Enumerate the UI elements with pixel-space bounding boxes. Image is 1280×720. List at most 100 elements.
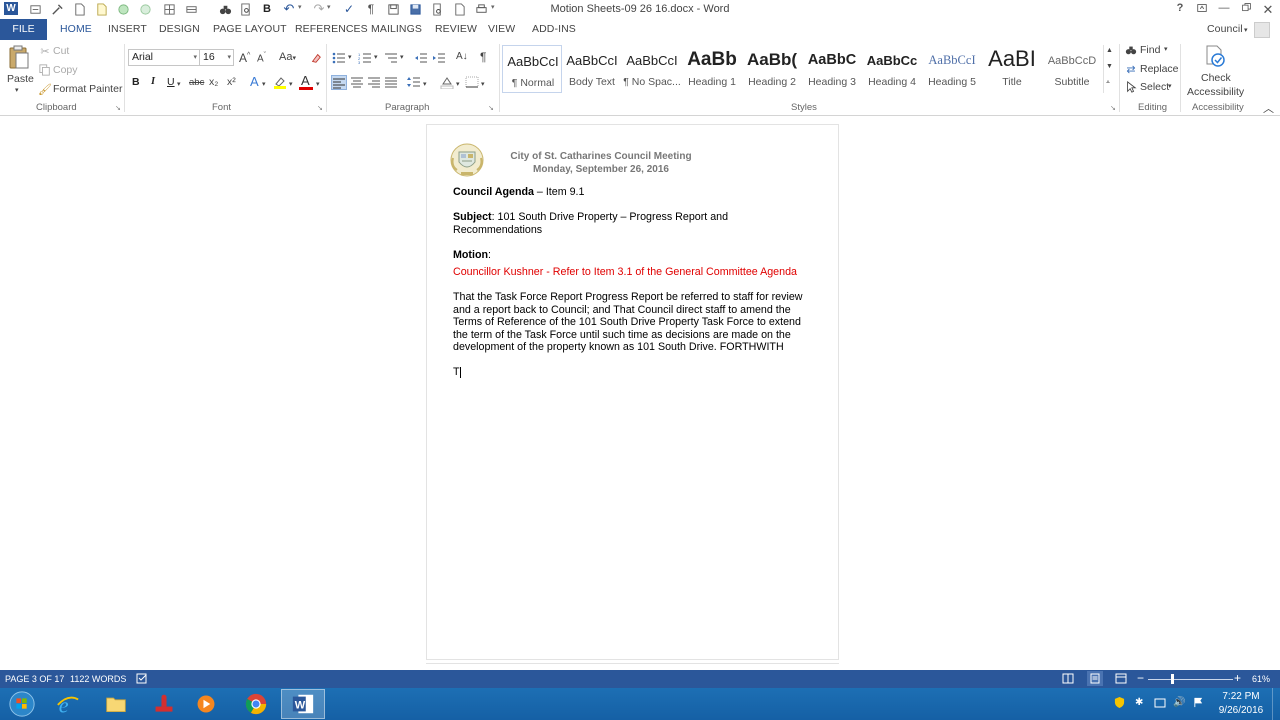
subscript-button[interactable]: x₂ <box>209 76 218 88</box>
superscript-button[interactable]: x² <box>227 76 236 88</box>
web-layout-icon[interactable] <box>1115 673 1127 684</box>
line-spacing-dropdown-icon[interactable]: ▾ <box>423 80 427 88</box>
word-count[interactable]: 1122 WORDS <box>70 674 126 684</box>
style-heading-4[interactable]: AaBbCc Heading 4 <box>862 45 922 93</box>
decrease-indent-icon[interactable] <box>414 52 428 64</box>
account-name[interactable]: Council <box>1207 23 1243 35</box>
clear-formatting-icon[interactable] <box>309 51 323 65</box>
stamp-app-icon[interactable] <box>144 689 184 719</box>
proofing-icon[interactable] <box>136 673 148 684</box>
check-accessibility-icon[interactable] <box>1203 44 1227 68</box>
body-line[interactable]: the term of the Task Force until such ti… <box>453 329 791 342</box>
align-right-icon[interactable] <box>367 76 381 88</box>
tab-home[interactable]: HOME <box>60 23 92 35</box>
ribbon-display-options-icon[interactable] <box>1192 2 1212 16</box>
body-line[interactable]: That the Task Force Report Progress Repo… <box>453 291 802 304</box>
collapse-ribbon-icon[interactable]: ︿ <box>1263 100 1274 116</box>
underline-button[interactable]: U <box>167 76 175 88</box>
document-area[interactable]: City of St. Catharines Council Meeting M… <box>0 116 1280 670</box>
chrome-icon[interactable] <box>236 689 276 719</box>
tab-design[interactable]: DESIGN <box>159 23 200 35</box>
highlight-icon[interactable] <box>273 75 287 89</box>
underline-dropdown-icon[interactable]: ▾ <box>177 80 181 88</box>
align-left-icon[interactable] <box>331 75 347 90</box>
strikethrough-button[interactable]: abc <box>189 77 204 88</box>
help-button[interactable]: ? <box>1170 2 1190 16</box>
subject-line-2[interactable]: Recommendations <box>453 224 542 237</box>
styles-scroll[interactable]: ▲ ▼ ⩡ <box>1103 45 1115 93</box>
style-title[interactable]: AaBI Title <box>982 45 1042 93</box>
document-page[interactable]: City of St. Catharines Council Meeting M… <box>426 124 839 660</box>
clipboard-launcher-icon[interactable]: ↘ <box>115 104 123 112</box>
paragraph-launcher-icon[interactable]: ↘ <box>488 104 496 112</box>
zoom-slider-thumb[interactable] <box>1171 674 1174 684</box>
grow-font-button[interactable]: A^ <box>239 51 250 65</box>
cut-button[interactable]: Cut <box>53 45 69 57</box>
more-styles-icon[interactable]: ⩡ <box>1106 79 1110 87</box>
select-icon[interactable] <box>1124 80 1138 94</box>
sort-icon[interactable]: A↓ <box>456 51 468 62</box>
body-line[interactable]: development of the property known as 101… <box>453 341 784 354</box>
subject-line-1[interactable]: Subject: 101 South Drive Property – Prog… <box>453 211 728 224</box>
styles-launcher-icon[interactable]: ↘ <box>1110 104 1118 112</box>
paste-icon[interactable] <box>8 44 30 70</box>
security-shield-icon[interactable] <box>1114 696 1125 712</box>
scroll-up-icon[interactable]: ▲ <box>1106 47 1113 54</box>
page-count[interactable]: PAGE 3 OF 17 <box>5 674 64 684</box>
borders-dropdown-icon[interactable]: ▾ <box>481 80 485 88</box>
style-heading-1[interactable]: AaBb Heading 1 <box>682 45 742 93</box>
zoom-slider-track[interactable] <box>1148 679 1233 680</box>
text-effects-button[interactable]: A <box>250 74 259 89</box>
internet-explorer-icon[interactable]: e <box>48 689 88 719</box>
style-heading-2[interactable]: AaBb(Heading 2 <box>742 45 802 93</box>
bullets-icon[interactable] <box>332 52 346 64</box>
zoom-in-button[interactable]: + <box>1234 671 1241 685</box>
read-mode-icon[interactable] <box>1062 673 1074 684</box>
restore-button[interactable] <box>1236 2 1256 16</box>
format-painter-icon[interactable]: 🖌 <box>38 82 52 96</box>
numbering-dropdown-icon[interactable]: ▾ <box>374 53 378 61</box>
file-explorer-icon[interactable] <box>96 689 136 719</box>
close-button[interactable]: ✕ <box>1258 2 1278 17</box>
bold-button[interactable]: B <box>132 76 140 88</box>
tab-add-ins[interactable]: ADD-INS <box>532 23 576 35</box>
zoom-level[interactable]: 61% <box>1252 674 1270 684</box>
agenda-line[interactable]: Council Agenda – Item 9.1 <box>453 186 584 199</box>
font-size-combo[interactable]: 16 ▾ <box>199 49 234 66</box>
justify-icon[interactable] <box>384 76 398 88</box>
format-painter-button[interactable]: Format Painter <box>53 83 122 95</box>
italic-button[interactable]: I <box>151 76 155 87</box>
shading-icon[interactable] <box>440 75 454 90</box>
tab-review[interactable]: REVIEW <box>435 23 477 35</box>
replace-icon[interactable]: ⇄ <box>1124 62 1138 76</box>
tab-mailings[interactable]: MAILINGS <box>371 23 422 35</box>
motion-line[interactable]: Motion: <box>453 249 491 262</box>
multilevel-list-icon[interactable] <box>384 52 398 64</box>
tab-insert[interactable]: INSERT <box>108 23 147 35</box>
check-accessibility-line2[interactable]: Accessibility <box>1187 86 1244 98</box>
copy-button[interactable]: Copy <box>53 64 78 76</box>
font-color-dropdown-icon[interactable]: ▾ <box>316 80 320 88</box>
start-button[interactable] <box>2 689 42 719</box>
show-paragraph-marks-icon[interactable]: ¶ <box>480 50 486 64</box>
borders-icon[interactable] <box>465 76 479 88</box>
show-desktop-button[interactable] <box>1272 688 1280 720</box>
zoom-out-button[interactable]: − <box>1137 671 1144 685</box>
bullets-dropdown-icon[interactable]: ▾ <box>348 53 352 61</box>
account-dropdown-icon[interactable]: ▾ <box>1244 26 1248 34</box>
print-layout-icon[interactable] <box>1087 671 1103 686</box>
minimize-button[interactable]: — <box>1214 2 1234 16</box>
scroll-down-icon[interactable]: ▼ <box>1106 63 1113 70</box>
style-normal[interactable]: AaBbCcI ¶ Normal <box>502 45 562 93</box>
style-no-spacing[interactable]: AaBbCcI ¶ No Spac... <box>622 45 682 93</box>
body-line[interactable]: and a report back to Council; and That C… <box>453 304 791 317</box>
font-launcher-icon[interactable]: ↘ <box>317 104 325 112</box>
typed-text[interactable]: T <box>453 366 461 379</box>
multilevel-dropdown-icon[interactable]: ▾ <box>400 53 404 61</box>
body-line[interactable]: Terms of Reference of the 101 South Driv… <box>453 316 801 329</box>
word-taskbar-icon[interactable]: W <box>281 689 325 719</box>
volume-icon[interactable]: 🔊 <box>1173 697 1185 708</box>
action-center-icon[interactable] <box>1154 697 1166 712</box>
highlight-dropdown-icon[interactable]: ▾ <box>289 80 293 88</box>
text-effects-dropdown-icon[interactable]: ▾ <box>262 80 266 88</box>
